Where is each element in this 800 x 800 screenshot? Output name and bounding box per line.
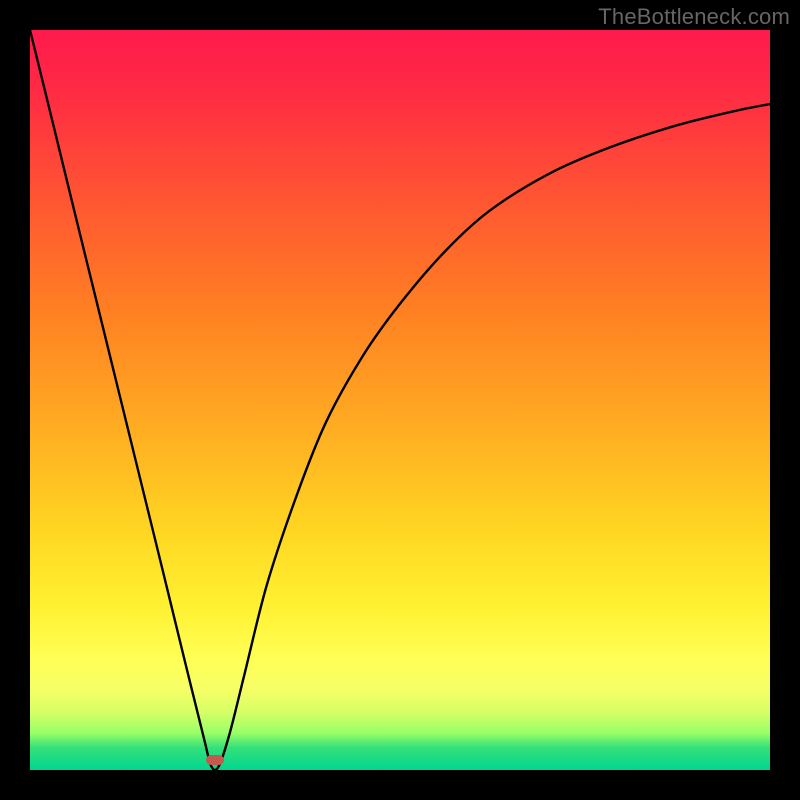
watermark-text: TheBottleneck.com <box>598 4 790 30</box>
optimal-marker-icon <box>206 755 224 765</box>
plot-area <box>30 30 770 770</box>
curve-path <box>30 30 770 770</box>
bottleneck-curve <box>30 30 770 770</box>
chart-frame: TheBottleneck.com <box>0 0 800 800</box>
